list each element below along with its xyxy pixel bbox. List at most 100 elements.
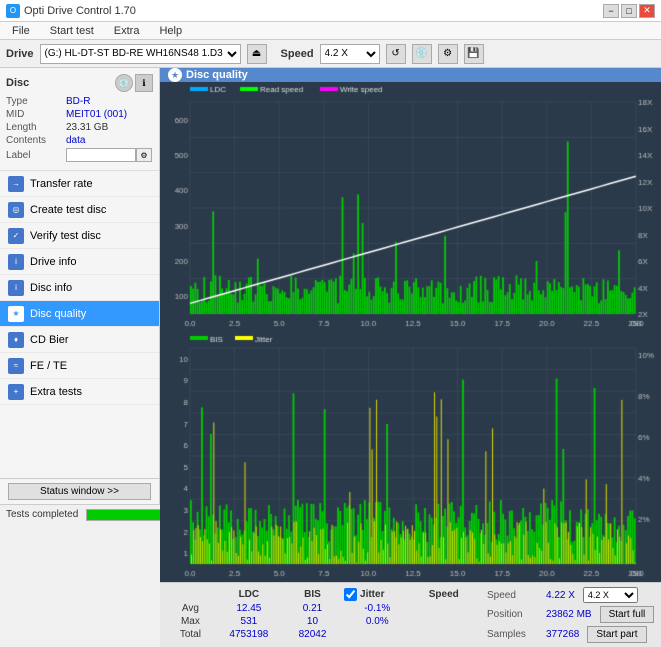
total-bis: 82042 — [285, 628, 340, 641]
total-ldc: 4753198 — [213, 628, 285, 641]
speed-select[interactable]: 4.2 X — [320, 44, 380, 64]
max-ldc: 531 — [213, 615, 285, 628]
refresh-icon[interactable]: ↺ — [386, 44, 406, 64]
menu-file[interactable]: File — [8, 24, 34, 38]
app-title: Opti Drive Control 1.70 — [24, 5, 136, 17]
stats-max-row: Max 531 10 0.0% — [168, 615, 473, 628]
sidebar-item-verify-test-disc-label: Verify test disc — [30, 230, 101, 242]
menu-start-test[interactable]: Start test — [46, 24, 98, 38]
disc-label-label: Label — [6, 150, 66, 161]
disc-mid-label: MID — [6, 109, 66, 120]
disc-length-row: Length 23.31 GB — [6, 122, 153, 133]
sidebar-menu: → Transfer rate ◎ Create test disc ✓ Ver… — [0, 171, 159, 478]
stats-bar: LDC BIS Jitter Speed — [160, 582, 661, 647]
stats-speed-header: Speed — [415, 587, 473, 602]
charts-area — [160, 82, 661, 582]
samples-label: Samples — [487, 629, 542, 640]
main: Disc 💿 ℹ Type BD-R MID MEIT01 (001) Leng… — [0, 68, 661, 504]
status-text: Tests completed — [6, 509, 78, 520]
speed-label: Speed — [281, 48, 314, 60]
sidebar-item-verify-test-disc[interactable]: ✓ Verify test disc — [0, 223, 159, 249]
disc-section: Disc 💿 ℹ Type BD-R MID MEIT01 (001) Leng… — [0, 68, 159, 171]
right-panel: ★ Disc quality LDC BIS — [160, 68, 661, 504]
disc-info-icon: i — [8, 280, 24, 296]
jitter-label: Jitter — [360, 589, 384, 600]
sidebar-item-disc-info[interactable]: i Disc info — [0, 275, 159, 301]
max-jitter: 0.0% — [340, 615, 415, 628]
avg-label: Avg — [168, 602, 213, 615]
disc-info-icon[interactable]: ℹ — [135, 74, 153, 92]
status-window-button[interactable]: Status window >> — [8, 483, 151, 500]
sidebar-item-fe-te-label: FE / TE — [30, 360, 67, 372]
save-icon[interactable]: 💾 — [464, 44, 484, 64]
avg-bis: 0.21 — [285, 602, 340, 615]
sidebar-item-cd-bier[interactable]: ♦ CD Bier — [0, 327, 159, 353]
speed-row: Speed 4.22 X 4.2 X — [487, 587, 655, 603]
disc-length-label: Length — [6, 122, 66, 133]
ldc-chart — [160, 82, 661, 332]
close-button[interactable]: ✕ — [639, 4, 655, 18]
titlebar-left: O Opti Drive Control 1.70 — [6, 4, 136, 18]
disc-quality-header: ★ Disc quality — [160, 68, 661, 82]
disc-label-input[interactable] — [66, 148, 136, 162]
disc-icon[interactable]: 💿 — [412, 44, 432, 64]
sidebar-item-create-test-disc[interactable]: ◎ Create test disc — [0, 197, 159, 223]
menu-extra[interactable]: Extra — [110, 24, 144, 38]
drivebar: Drive (G:) HL-DT-ST BD-RE WH16NS48 1.D3 … — [0, 40, 661, 68]
disc-type-label: Type — [6, 96, 66, 107]
start-part-button[interactable]: Start part — [587, 626, 646, 643]
stats-bis-header: BIS — [285, 587, 340, 602]
disc-contents-label: Contents — [6, 135, 66, 146]
disc-length-value: 23.31 GB — [66, 122, 108, 133]
disc-quality-icon: ★ — [8, 306, 24, 322]
disc-type-value: BD-R — [66, 96, 90, 107]
speed-stat-select[interactable]: 4.2 X — [583, 587, 638, 603]
fe-te-icon: ≈ — [8, 358, 24, 374]
disc-type-row: Type BD-R — [6, 96, 153, 107]
sidebar-item-fe-te[interactable]: ≈ FE / TE — [0, 353, 159, 379]
titlebar-controls: − □ ✕ — [603, 4, 655, 18]
menubar: File Start test Extra Help — [0, 22, 661, 40]
settings-icon[interactable]: ⚙ — [438, 44, 458, 64]
start-full-button[interactable]: Start full — [600, 606, 655, 623]
stats-jitter-checkbox-cell: Jitter — [340, 587, 415, 602]
max-speed-empty — [415, 615, 473, 628]
sidebar-item-drive-info-label: Drive info — [30, 256, 76, 268]
total-label: Total — [168, 628, 213, 641]
avg-jitter: -0.1% — [340, 602, 415, 615]
max-bis: 10 — [285, 615, 340, 628]
position-row: Position 23862 MB Start full — [487, 606, 655, 623]
disc-quality-header-icon: ★ — [168, 68, 182, 82]
sidebar-item-extra-tests[interactable]: + Extra tests — [0, 379, 159, 405]
drive-info-icon: i — [8, 254, 24, 270]
speed-stat-label: Speed — [487, 590, 542, 601]
speed-stat-value: 4.22 X — [546, 590, 575, 601]
verify-test-disc-icon: ✓ — [8, 228, 24, 244]
sidebar-item-disc-quality[interactable]: ★ Disc quality — [0, 301, 159, 327]
disc-quality-title: Disc quality — [186, 69, 248, 81]
eject-icon[interactable]: ⏏ — [247, 44, 267, 64]
total-jitter-empty — [340, 628, 415, 641]
drive-select[interactable]: (G:) HL-DT-ST BD-RE WH16NS48 1.D3 — [40, 44, 241, 64]
sidebar-item-transfer-rate-label: Transfer rate — [30, 178, 93, 190]
sidebar-item-transfer-rate[interactable]: → Transfer rate — [0, 171, 159, 197]
titlebar: O Opti Drive Control 1.70 − □ ✕ — [0, 0, 661, 22]
samples-row: Samples 377268 Start part — [487, 626, 655, 643]
cd-bier-icon: ♦ — [8, 332, 24, 348]
sidebar: Disc 💿 ℹ Type BD-R MID MEIT01 (001) Leng… — [0, 68, 160, 504]
stats-right: Speed 4.22 X 4.2 X Position 23862 MB Sta… — [481, 583, 661, 647]
jitter-checkbox[interactable] — [344, 588, 357, 601]
sidebar-item-drive-info[interactable]: i Drive info — [0, 249, 159, 275]
menu-help[interactable]: Help — [155, 24, 186, 38]
max-label: Max — [168, 615, 213, 628]
transfer-rate-icon: → — [8, 176, 24, 192]
minimize-button[interactable]: − — [603, 4, 619, 18]
disc-label-button[interactable]: ⚙ — [136, 148, 152, 162]
disc-image-icon: 💿 — [115, 74, 133, 92]
sidebar-item-disc-quality-label: Disc quality — [30, 308, 86, 320]
jitter-checkbox-label[interactable]: Jitter — [344, 588, 411, 601]
maximize-button[interactable]: □ — [621, 4, 637, 18]
stats-ldc-header: LDC — [213, 587, 285, 602]
avg-speed-empty — [415, 602, 473, 615]
samples-value: 377268 — [546, 629, 579, 640]
